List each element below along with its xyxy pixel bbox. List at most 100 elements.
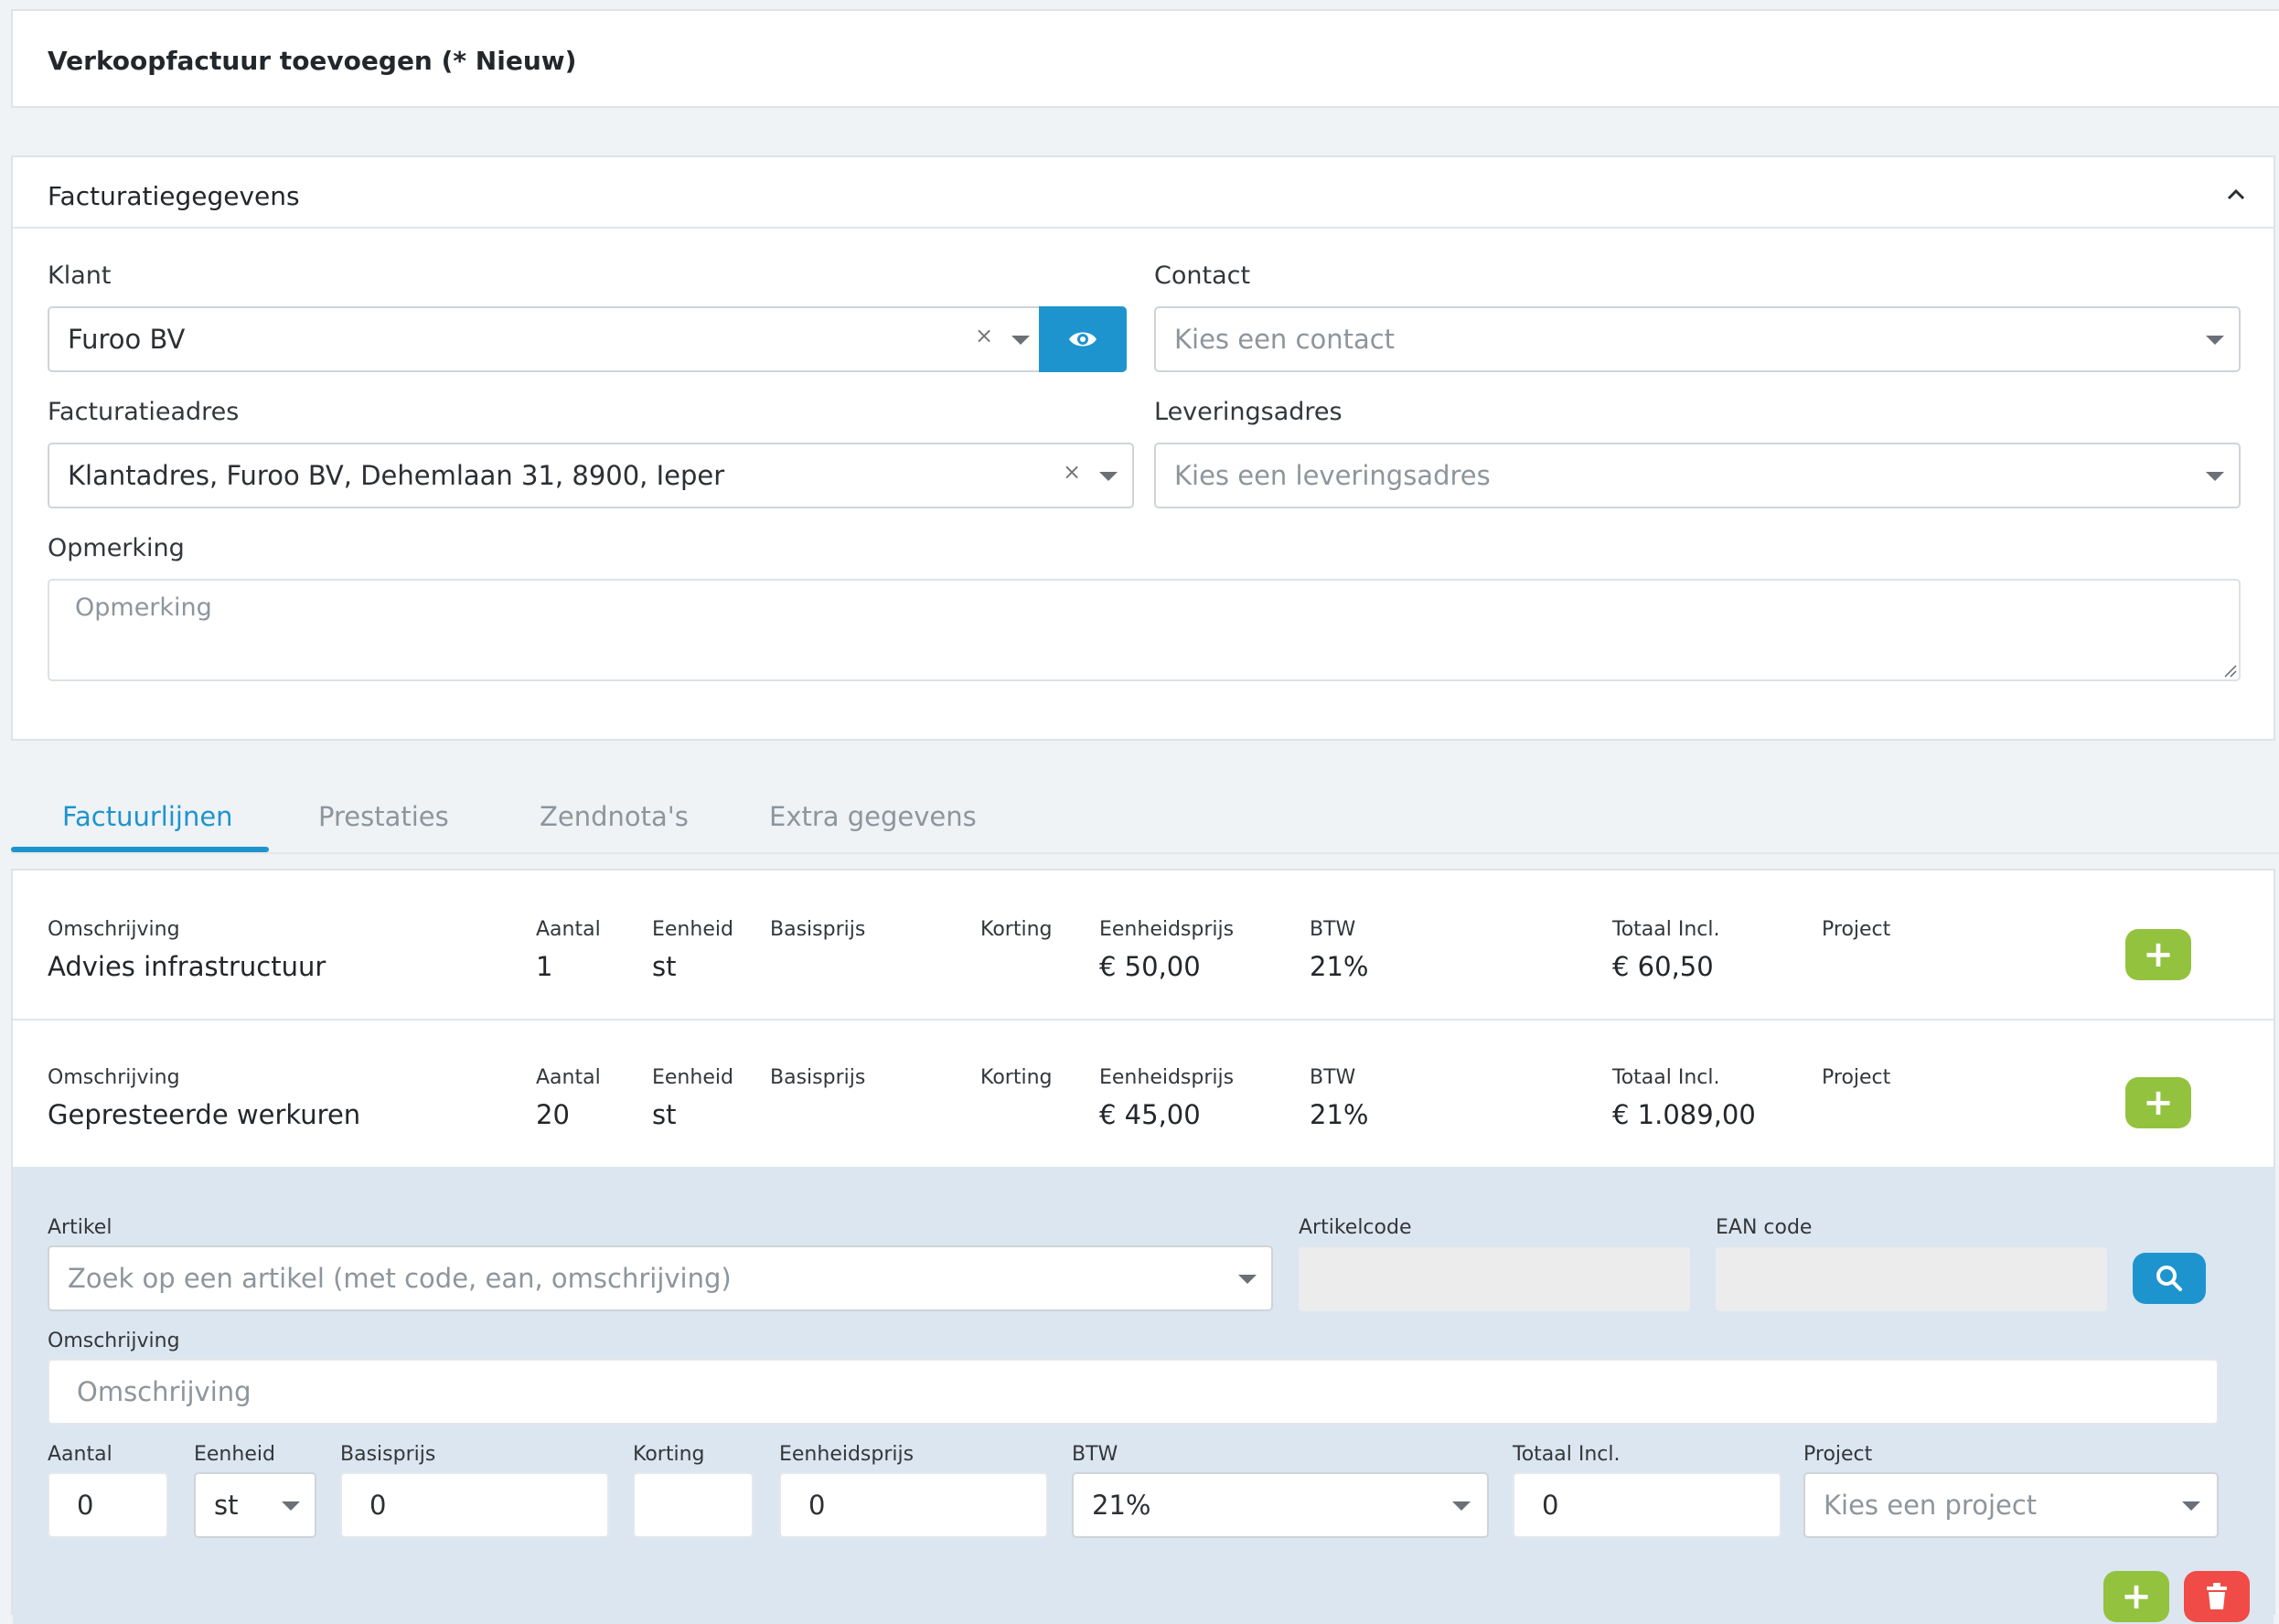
klant-select[interactable]: Furoo BV × (48, 306, 1052, 372)
factadres-select[interactable]: Klantadres, Furoo BV, Dehemlaan 31, 8900… (48, 443, 1134, 508)
line-btw: 21% (1310, 951, 1369, 982)
eenheid-value: st (214, 1490, 239, 1521)
line-aantal: 20 (536, 1099, 570, 1130)
artikel-select[interactable]: Zoek op een artikel (met code, ean, omsc… (48, 1245, 1273, 1311)
factadres-clear-icon[interactable]: × (1063, 459, 1081, 485)
artikel-label: Artikel (48, 1216, 112, 1239)
ean-field[interactable] (1716, 1247, 2107, 1311)
contact-placeholder: Kies een contact (1174, 324, 1396, 355)
col-korting-label: Korting (980, 918, 1053, 941)
eenheidsprijs-value: 0 (808, 1490, 826, 1521)
levadres-placeholder: Kies een leveringsadres (1174, 460, 1491, 491)
line-aantal: 1 (536, 951, 553, 982)
page-title: Verkoopfactuur toevoegen (* Nieuw) (48, 46, 577, 76)
eenheidsprijs-input[interactable]: 0 (779, 1472, 1048, 1538)
aantal-value: 0 (77, 1490, 94, 1521)
korting-label: Korting (633, 1443, 705, 1466)
line-eenheid: st (652, 951, 677, 982)
omschrijving-input[interactable]: Omschrijving (48, 1359, 2219, 1425)
tab-extra-gegevens[interactable]: Extra gegevens (769, 801, 977, 832)
artikel-chevron-down-icon[interactable] (1238, 1275, 1257, 1284)
totaal-value: 0 (1542, 1490, 1559, 1521)
collapse-chevron-icon[interactable] (2226, 187, 2246, 203)
totaal-input[interactable]: 0 (1513, 1472, 1781, 1538)
levadres-chevron-down-icon[interactable] (2206, 472, 2224, 481)
col-omschrijving-label: Omschrijving (48, 918, 180, 941)
table-row[interactable]: Omschrijving Advies infrastructuur Aanta… (13, 871, 2274, 1019)
col-omschrijving-label: Omschrijving (48, 1066, 180, 1089)
project-placeholder: Kies een project (1824, 1490, 2038, 1521)
billing-section-title: Facturatiegegevens (48, 181, 300, 211)
col-aantal-label: Aantal (536, 918, 601, 941)
basisprijs-label: Basisprijs (340, 1443, 436, 1466)
factadres-label: Facturatieadres (48, 398, 240, 426)
btw-label: BTW (1072, 1443, 1118, 1466)
omschrijving-label: Omschrijving (48, 1330, 180, 1352)
tab-factuurlijnen[interactable]: Factuurlijnen (62, 801, 233, 832)
aantal-label: Aantal (48, 1443, 112, 1466)
header-panel: Verkoopfactuur toevoegen (* Nieuw) (11, 9, 2279, 108)
btw-select[interactable]: 21% (1072, 1472, 1489, 1538)
line-totaal: € 1.089,00 (1612, 1099, 1756, 1130)
eye-icon (1069, 332, 1097, 347)
line-omschrijving: Gepresteerde werkuren (48, 1099, 361, 1130)
project-chevron-down-icon[interactable] (2182, 1501, 2200, 1511)
col-basisprijs-label: Basisprijs (770, 918, 866, 941)
factadres-value: Klantadres, Furoo BV, Dehemlaan 31, 8900… (68, 460, 725, 491)
search-icon (2156, 1266, 2182, 1291)
trash-icon (2207, 1583, 2227, 1609)
contact-chevron-down-icon[interactable] (2206, 336, 2224, 345)
levadres-label: Leveringsadres (1154, 398, 1343, 426)
artikelcode-field[interactable] (1299, 1247, 1690, 1311)
col-eenheid-label: Eenheid (652, 918, 733, 941)
col-aantal-label: Aantal (536, 1066, 601, 1089)
line-eenheid: st (652, 1099, 677, 1130)
korting-input[interactable] (633, 1472, 754, 1538)
add-line-button[interactable]: + (2125, 929, 2191, 980)
line-btw: 21% (1310, 1099, 1369, 1130)
col-totaal-label: Totaal Incl. (1612, 1066, 1720, 1089)
opmerking-label: Opmerking (48, 534, 185, 562)
omschrijving-placeholder: Omschrijving (77, 1376, 251, 1407)
tabs-divider (11, 852, 2279, 854)
line-totaal: € 60,50 (1612, 951, 1714, 982)
table-row[interactable]: Omschrijving Gepresteerde werkuren Aanta… (13, 1020, 2274, 1167)
opmerking-textarea[interactable]: Opmerking (48, 579, 2241, 681)
contact-select[interactable]: Kies een contact (1154, 306, 2241, 372)
lines-panel: Omschrijving Advies infrastructuur Aanta… (11, 869, 2275, 1624)
search-artikel-button[interactable] (2133, 1253, 2206, 1304)
resize-handle-icon[interactable] (2222, 663, 2237, 678)
add-line-button[interactable]: + (2125, 1077, 2191, 1128)
eenheid-select[interactable]: st (194, 1472, 316, 1538)
billing-divider (13, 227, 2274, 229)
eenheidsprijs-label: Eenheidsprijs (779, 1443, 915, 1466)
project-label: Project (1803, 1443, 1873, 1466)
billing-panel: Facturatiegegevens Klant Furoo BV × Cont… (11, 155, 2275, 741)
col-korting-label: Korting (980, 1066, 1053, 1089)
totaal-label: Totaal Incl. (1513, 1443, 1621, 1466)
eenheid-chevron-down-icon[interactable] (282, 1501, 300, 1511)
btw-chevron-down-icon[interactable] (1452, 1501, 1471, 1511)
line-eenheidsprijs: € 50,00 (1099, 951, 1201, 982)
factadres-chevron-down-icon[interactable] (1099, 472, 1118, 481)
basisprijs-input[interactable]: 0 (340, 1472, 609, 1538)
line-eenheidsprijs: € 45,00 (1099, 1099, 1201, 1130)
tab-prestaties[interactable]: Prestaties (318, 801, 449, 832)
basisprijs-value: 0 (369, 1490, 387, 1521)
view-klant-button[interactable] (1039, 306, 1127, 372)
ean-label: EAN code (1716, 1216, 1813, 1239)
klant-clear-icon[interactable]: × (975, 323, 993, 348)
aantal-input[interactable]: 0 (48, 1472, 168, 1538)
col-btw-label: BTW (1310, 1066, 1356, 1089)
project-select[interactable]: Kies een project (1803, 1472, 2219, 1538)
contact-label: Contact (1154, 262, 1251, 290)
opmerking-placeholder: Opmerking (75, 593, 212, 622)
klant-label: Klant (48, 262, 112, 290)
klant-value: Furoo BV (68, 324, 186, 355)
eenheid-label: Eenheid (194, 1443, 275, 1466)
levadres-select[interactable]: Kies een leveringsadres (1154, 443, 2241, 508)
line-omschrijving: Advies infrastructuur (48, 951, 326, 982)
artikelcode-label: Artikelcode (1299, 1216, 1412, 1239)
tab-zendnotas[interactable]: Zendnota's (540, 801, 689, 832)
klant-chevron-down-icon[interactable] (1011, 336, 1030, 345)
